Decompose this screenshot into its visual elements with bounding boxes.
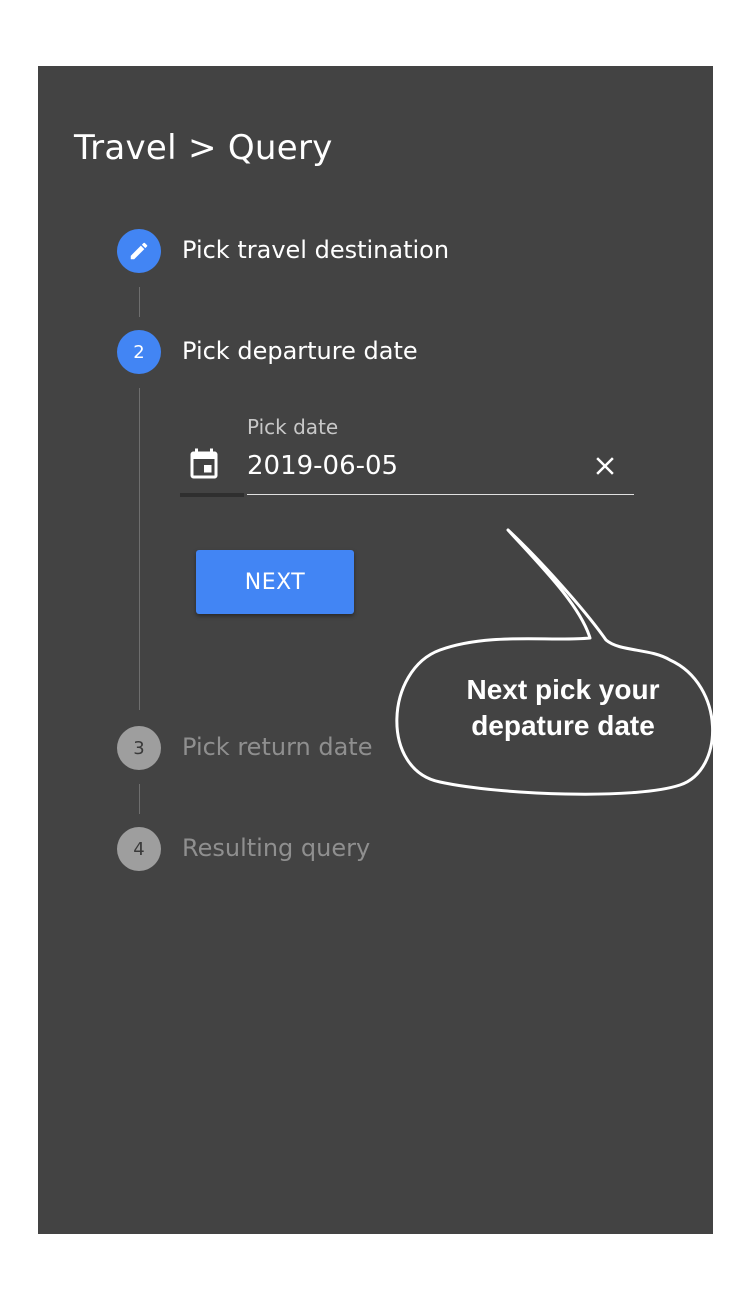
step-connector [139,287,140,317]
step-connector [139,784,140,814]
page-title: Travel > Query [74,128,333,168]
date-field-underline [247,494,634,495]
step-4-indicator[interactable]: 4 [117,827,161,871]
step-3-indicator[interactable]: 3 [117,726,161,770]
departure-date-input[interactable] [247,446,577,486]
icon-underline [180,493,244,497]
step-4-label[interactable]: Resulting query [182,834,370,862]
step-1-label[interactable]: Pick travel destination [182,236,449,264]
callout-text: Next pick your depature date [398,672,728,744]
callout-line-2: depature date [471,710,655,741]
step-connector [139,388,140,710]
next-button[interactable]: NEXT [196,550,354,614]
pencil-icon [130,242,148,260]
callout-bubble [395,528,714,796]
step-3-label[interactable]: Pick return date [182,733,372,761]
step-2-label[interactable]: Pick departure date [182,337,418,365]
step-2-indicator[interactable]: 2 [117,330,161,374]
date-field-label: Pick date [247,415,339,439]
callout-line-1: Next pick your [466,674,660,705]
step-1-indicator[interactable] [117,229,161,273]
calendar-icon[interactable] [186,446,222,484]
close-icon[interactable] [590,451,620,481]
